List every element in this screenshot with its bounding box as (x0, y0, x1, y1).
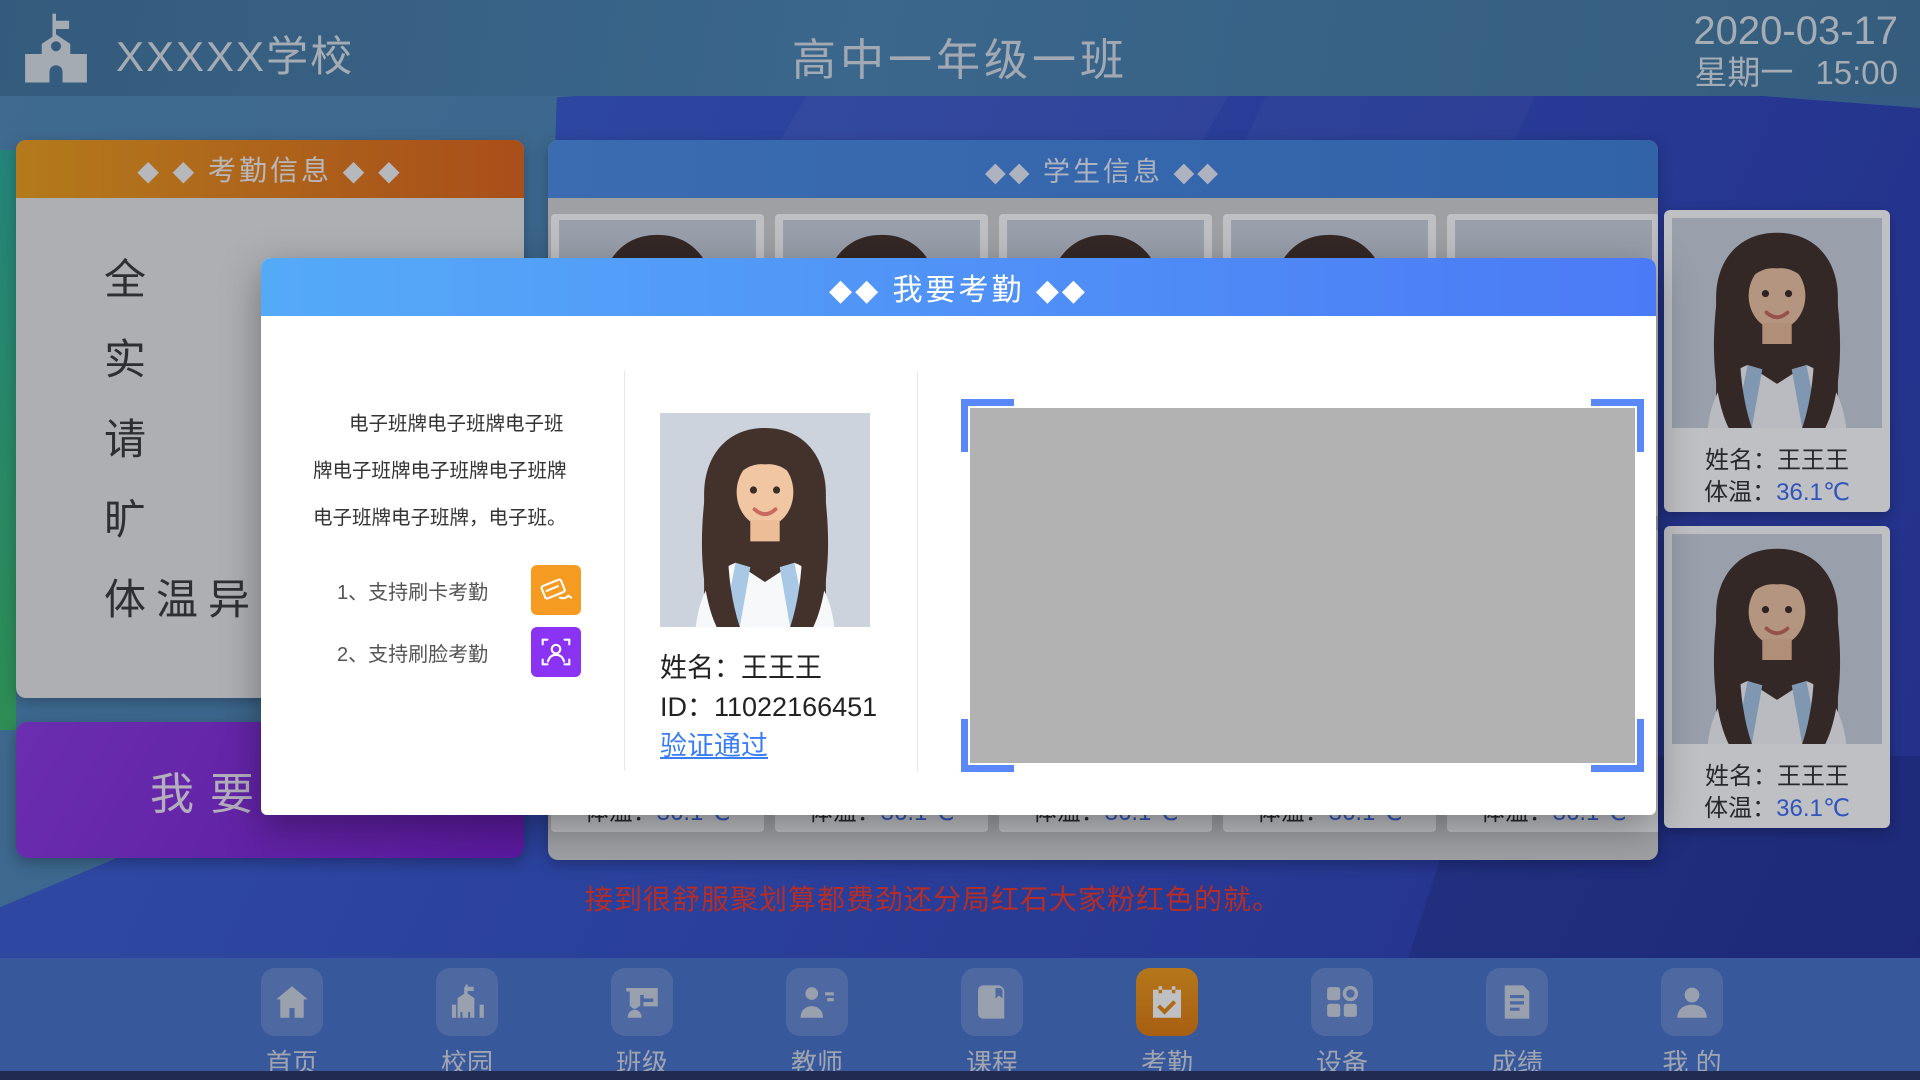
student-id-line: ID：11022166451 (660, 688, 877, 727)
modal-body: 电子班牌电子班牌电子班牌电子班牌电子班牌电子班牌电子班牌电子班牌，电子班。 1、… (261, 316, 1656, 815)
feature-face-attendance: 2、支持刷脸考勤 (337, 627, 581, 677)
face-scan-icon (531, 627, 581, 677)
name-label: 姓名： (660, 653, 741, 683)
modal-description: 电子班牌电子班牌电子班牌电子班牌电子班牌电子班牌电子班牌电子班牌，电子班。 (313, 401, 579, 542)
verified-student-photo (660, 413, 870, 627)
app-screen: XXXXX学校 高中一年级一班 2020-03-17 星期一15:00 ◆ ◆ … (0, 0, 1920, 1080)
camera-corner-bracket (1591, 719, 1644, 772)
feature-label: 2、支持刷脸考勤 (337, 638, 505, 667)
divider (917, 371, 918, 771)
camera-corner-bracket (961, 719, 1014, 772)
name-value: 王王王 (741, 653, 822, 683)
camera-corner-bracket (1591, 399, 1644, 452)
attendance-modal: ◆◆ 我要考勤 ◆◆ 电子班牌电子班牌电子班牌电子班牌电子班牌电子班牌电子班牌电… (261, 258, 1656, 815)
feature-card-attendance: 1、支持刷卡考勤 (337, 565, 581, 615)
verify-status-link[interactable]: 验证通过 (660, 727, 877, 766)
id-value: 11022166451 (714, 692, 877, 722)
student-name-line: 姓名：王王王 (660, 649, 877, 688)
camera-preview (970, 408, 1635, 763)
id-label: ID： (660, 692, 714, 722)
verified-student-info: 姓名：王王王 ID：11022166451 验证通过 (660, 649, 877, 766)
modal-title: ◆◆ 我要考勤 ◆◆ (261, 258, 1656, 316)
card-swipe-icon (531, 565, 581, 615)
feature-label: 1、支持刷卡考勤 (337, 576, 505, 605)
divider (624, 371, 625, 771)
camera-corner-bracket (961, 399, 1014, 452)
